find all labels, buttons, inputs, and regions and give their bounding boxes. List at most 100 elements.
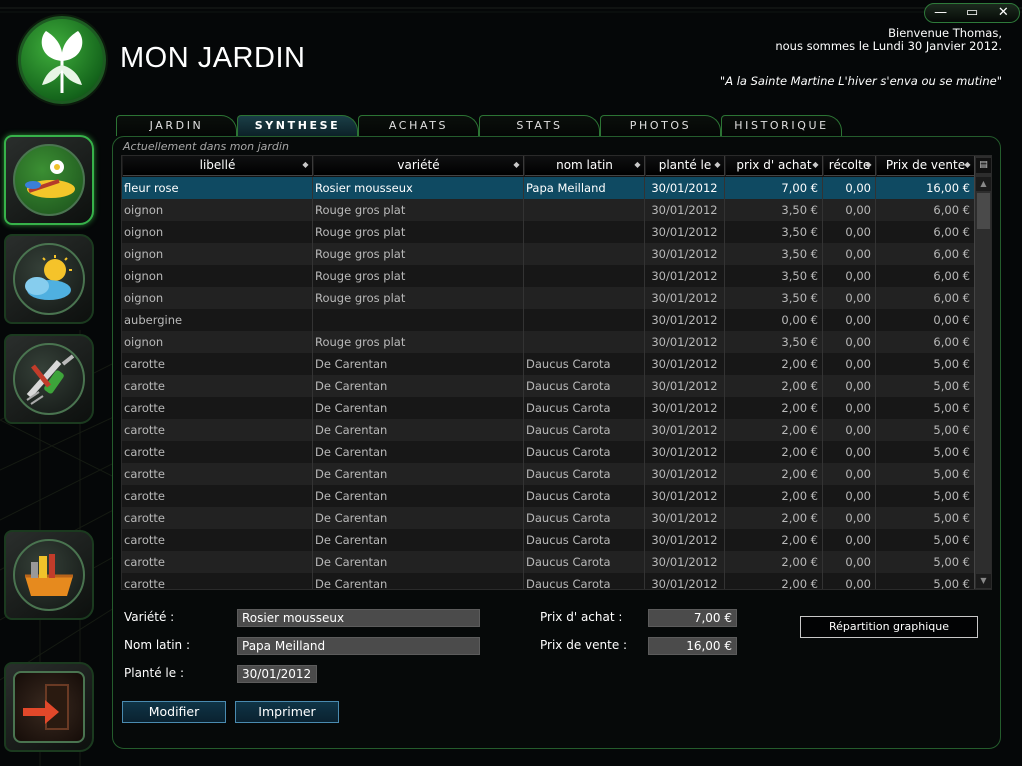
prix-achat-field[interactable]: 7,00 € (648, 609, 737, 627)
cell-libelle: carotte (122, 441, 313, 463)
cell-recolte: 0,00 (823, 287, 876, 309)
table-row[interactable]: fleur rose Rosier mousseux Papa Meilland 30… (122, 177, 975, 199)
tab-synthese[interactable]: SYNTHESE (237, 115, 358, 136)
filter-icon[interactable]: ◆ (512, 160, 521, 169)
cell-prix-achat: 2,00 € (725, 573, 823, 589)
cell-prix-achat: 2,00 € (725, 375, 823, 397)
table-row[interactable]: carotte De Carentan Daucus Carota 30/01/201… (122, 353, 975, 375)
repartition-graphique-button[interactable]: Répartition graphique (800, 616, 978, 638)
cell-variete: De Carentan (313, 485, 524, 507)
cell-prix-vente: 6,00 € (876, 243, 975, 265)
table-row[interactable]: carotte De Carentan Daucus Carota 30/01/201… (122, 441, 975, 463)
cell-prix-vente: 6,00 € (876, 287, 975, 309)
scroll-thumb[interactable] (977, 193, 990, 229)
tab-photos[interactable]: PHOTOS (600, 115, 721, 136)
scroll-up-icon[interactable]: ▲ (976, 177, 991, 191)
filter-icon[interactable]: ◆ (713, 160, 722, 169)
filter-icon[interactable]: ◆ (864, 160, 873, 169)
table-row[interactable]: oignon Rouge gros plat 30/01/2012 3,50 €0,0… (122, 287, 975, 309)
cell-prix-achat: 3,50 € (725, 199, 823, 221)
maximize-icon[interactable]: ▭ (959, 4, 985, 22)
cell-prix-vente: 6,00 € (876, 265, 975, 287)
filter-icon[interactable]: ◆ (633, 160, 642, 169)
cell-recolte: 0,00 (823, 397, 876, 419)
table-row[interactable]: carotte De Carentan Daucus Carota 30/01/201… (122, 573, 975, 589)
cell-libelle: oignon (122, 243, 313, 265)
cell-recolte: 0,00 (823, 463, 876, 485)
column-header-variete[interactable]: variété ◆ (313, 156, 524, 176)
cell-libelle: carotte (122, 573, 313, 589)
cell-plante-le: 30/01/2012 (645, 485, 725, 507)
cell-variete: Rouge gros plat (313, 265, 524, 287)
table-row[interactable]: oignon Rouge gros plat 30/01/2012 3,50 €0,0… (122, 199, 975, 221)
tab-stats[interactable]: STATS (479, 115, 600, 136)
nav-outils-button[interactable] (4, 334, 94, 424)
column-header-prix-achat[interactable]: prix d' achat ◆ (725, 156, 823, 176)
table-row[interactable]: oignon Rouge gros plat 30/01/2012 3,50 €0,0… (122, 243, 975, 265)
table-row[interactable]: carotte De Carentan Daucus Carota 30/01/201… (122, 529, 975, 551)
table-row[interactable]: carotte De Carentan Daucus Carota 30/01/201… (122, 375, 975, 397)
cell-prix-vente: 5,00 € (876, 463, 975, 485)
jardin-nav-icon (13, 144, 85, 216)
cell-nom-latin: Daucus Carota (524, 375, 645, 397)
nav-jardin-button[interactable] (4, 135, 94, 225)
column-chooser-icon[interactable]: ▤ (976, 158, 991, 173)
imprimer-button[interactable]: Imprimer (235, 701, 339, 723)
column-header-prix-vente[interactable]: Prix de vente ◆ (876, 156, 975, 176)
table-row[interactable]: oignon Rouge gros plat 30/01/2012 3,50 €0,0… (122, 331, 975, 353)
cell-libelle: carotte (122, 463, 313, 485)
cell-nom-latin: Papa Meilland (524, 177, 645, 199)
cell-prix-vente: 5,00 € (876, 375, 975, 397)
table-row[interactable]: oignon Rouge gros plat 30/01/2012 3,50 €0,0… (122, 265, 975, 287)
cell-prix-achat: 2,00 € (725, 485, 823, 507)
nav-panier-button[interactable] (4, 530, 94, 620)
filter-icon[interactable]: ◆ (301, 160, 310, 169)
cell-nom-latin (524, 287, 645, 309)
cell-variete: Rouge gros plat (313, 199, 524, 221)
filter-icon[interactable]: ◆ (963, 160, 972, 169)
cell-prix-vente: 6,00 € (876, 199, 975, 221)
plante-le-field[interactable]: 30/01/2012 (237, 665, 317, 683)
table-row[interactable]: oignon Rouge gros plat 30/01/2012 3,50 €0,0… (122, 221, 975, 243)
table-row[interactable]: carotte De Carentan Daucus Carota 30/01/201… (122, 485, 975, 507)
tab-historique[interactable]: HISTORIQUE (721, 115, 842, 136)
minimize-icon[interactable]: — (928, 4, 954, 22)
cell-recolte: 0,00 (823, 441, 876, 463)
table-scrollbar[interactable]: ▤ ▲ ▼ (974, 156, 991, 589)
cell-plante-le: 30/01/2012 (645, 507, 725, 529)
column-header-recolte[interactable]: récolte ◆ (823, 156, 876, 176)
column-header-libelle[interactable]: libellé ◆ (122, 156, 313, 176)
tab-jardin[interactable]: JARDIN (116, 115, 237, 136)
nav-meteo-button[interactable] (4, 234, 94, 324)
table-row[interactable]: carotte De Carentan Daucus Carota 30/01/201… (122, 419, 975, 441)
table-caption: Actuellement dans mon jardin (123, 140, 289, 153)
cell-plante-le: 30/01/2012 (645, 463, 725, 485)
column-header-plante-le[interactable]: planté le ◆ (645, 156, 725, 176)
close-icon[interactable]: ✕ (990, 4, 1016, 22)
tab-achats[interactable]: ACHATS (358, 115, 479, 136)
table-row[interactable]: carotte De Carentan Daucus Carota 30/01/201… (122, 551, 975, 573)
cell-prix-vente: 5,00 € (876, 485, 975, 507)
cell-libelle: fleur rose (122, 177, 313, 199)
table-row[interactable]: aubergine 30/01/2012 0,00 €0,00 0,00 € (122, 309, 975, 331)
table-row[interactable]: carotte De Carentan Daucus Carota 30/01/201… (122, 507, 975, 529)
prix-vente-field[interactable]: 16,00 € (648, 637, 737, 655)
quitter-nav-icon (13, 671, 85, 743)
cell-libelle: carotte (122, 485, 313, 507)
nom-latin-field[interactable]: Papa Meilland (237, 637, 480, 655)
scroll-down-icon[interactable]: ▼ (976, 574, 991, 588)
cell-nom-latin: Daucus Carota (524, 551, 645, 573)
cell-prix-achat: 2,00 € (725, 419, 823, 441)
table-row[interactable]: carotte De Carentan Daucus Carota 30/01/201… (122, 397, 975, 419)
table-row[interactable]: carotte De Carentan Daucus Carota 30/01/201… (122, 463, 975, 485)
cell-prix-achat: 2,00 € (725, 397, 823, 419)
filter-icon[interactable]: ◆ (811, 160, 820, 169)
cell-plante-le: 30/01/2012 (645, 529, 725, 551)
cell-recolte: 0,00 (823, 375, 876, 397)
modifier-button[interactable]: Modifier (122, 701, 226, 723)
cell-nom-latin: Daucus Carota (524, 441, 645, 463)
cell-plante-le: 30/01/2012 (645, 353, 725, 375)
variete-field[interactable]: Rosier mousseux (237, 609, 480, 627)
column-header-nom-latin[interactable]: nom latin ◆ (524, 156, 645, 176)
nav-quitter-button[interactable] (4, 662, 94, 752)
